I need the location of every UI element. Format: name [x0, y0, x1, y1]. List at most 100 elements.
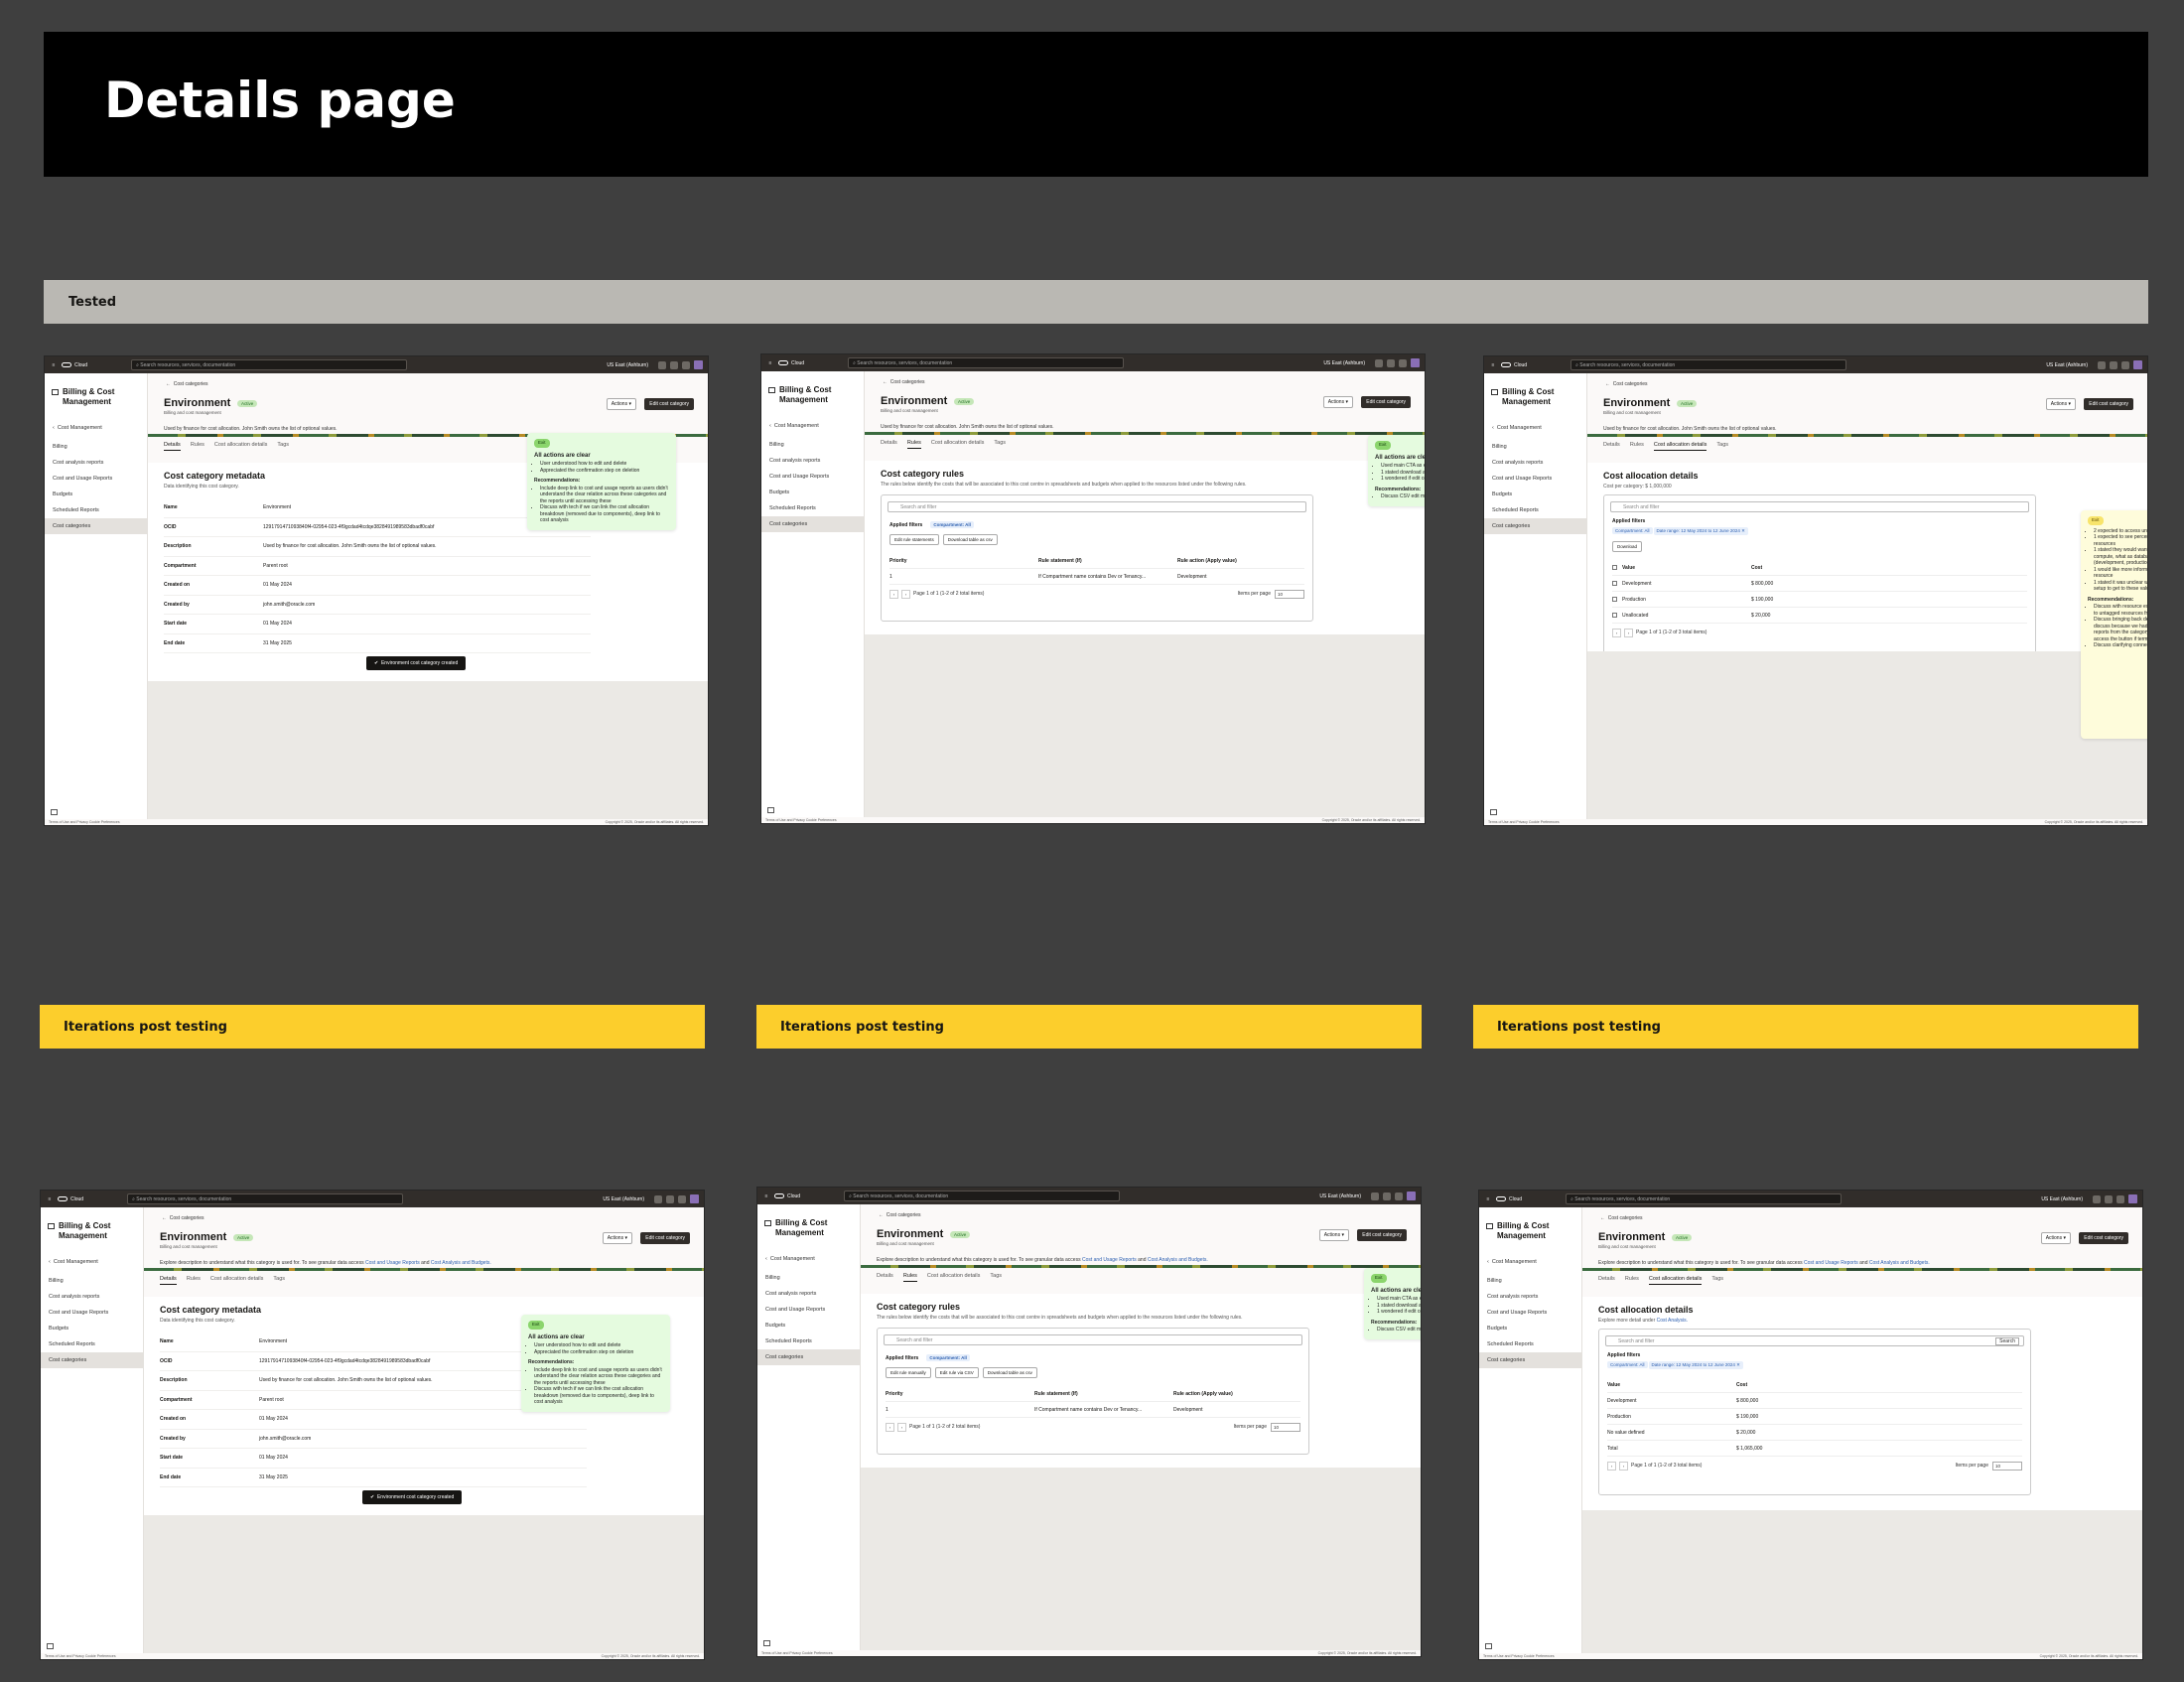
tab-details[interactable]: Details	[1598, 1276, 1615, 1285]
table-row[interactable]: 1 If Compartment name contains Dev or Ten…	[889, 569, 1304, 585]
sidebar-item[interactable]: Cost and Usage Reports	[45, 471, 147, 487]
edit-cost-category-button[interactable]: Edit cost category	[644, 398, 694, 410]
filter-chip[interactable]: Compartment: All	[930, 521, 974, 528]
allocation-search-input[interactable]: Search and filter	[1610, 501, 2029, 512]
bell-icon[interactable]	[1383, 1191, 1391, 1200]
cost-analysis-link[interactable]: Cost Analysis.	[1657, 1318, 1688, 1324]
rules-search-input[interactable]: Search and filter	[884, 1334, 1302, 1345]
footer-links[interactable]: Terms of Use and Privacy Cookie Preferen…	[765, 818, 837, 822]
help-icon[interactable]	[2121, 360, 2129, 369]
help-icon[interactable]	[1399, 358, 1407, 367]
sidebar-item[interactable]: Billing	[761, 437, 864, 453]
filter-chip[interactable]: Date range: 12 May 2024 to 12 June 2024 …	[1648, 1361, 1743, 1369]
sidebar-item[interactable]: Cost analysis reports	[41, 1289, 143, 1305]
next-page-icon[interactable]: ›	[901, 589, 910, 599]
filter-chip[interactable]: Date range: 12 May 2024 to 12 June 2024 …	[1653, 527, 1748, 535]
bell-icon[interactable]	[670, 360, 678, 369]
bell-icon[interactable]	[2105, 1194, 2113, 1203]
prev-page-icon[interactable]: ‹	[1612, 628, 1621, 637]
menu-icon[interactable]: ≡	[46, 1196, 54, 1202]
sidebar-item[interactable]: Budgets	[45, 487, 147, 502]
sidebar-back-link[interactable]: ‹ Cost Management	[769, 423, 864, 429]
avatar[interactable]	[1411, 358, 1420, 367]
row-checkbox[interactable]	[1612, 613, 1617, 618]
sidebar-item[interactable]: Billing	[45, 439, 147, 455]
avatar[interactable]	[2128, 1194, 2137, 1203]
tab-allocation[interactable]: Cost allocation details	[1653, 442, 1707, 451]
tab-rules[interactable]: Rules	[191, 442, 205, 451]
avatar[interactable]	[1407, 1191, 1416, 1200]
sidebar-item[interactable]: Cost and Usage Reports	[1484, 471, 1586, 487]
sidebar-item[interactable]: Cost and Usage Reports	[1479, 1305, 1581, 1321]
sidebar-item[interactable]: Budgets	[761, 485, 864, 500]
rule-action-button[interactable]: Download table as csv	[942, 534, 998, 545]
cloud-shell-icon[interactable]	[654, 1194, 662, 1203]
menu-icon[interactable]: ≡	[1484, 1196, 1492, 1202]
sidebar-item[interactable]: Cost categories	[1479, 1352, 1581, 1368]
sidebar-item[interactable]: Budgets	[1484, 487, 1586, 502]
sidebar-item[interactable]: Cost categories	[45, 518, 147, 534]
cost-usage-link[interactable]: Cost and Usage Reports	[1082, 1257, 1137, 1263]
rules-search-input[interactable]: Search and filter	[887, 501, 1306, 512]
help-icon[interactable]	[2116, 1194, 2124, 1203]
row-checkbox[interactable]	[1612, 581, 1617, 586]
sidebar-item[interactable]: Billing	[757, 1270, 860, 1286]
region-selector[interactable]: US East (Ashburn)	[1319, 1193, 1361, 1199]
search-button[interactable]: Search	[1995, 1336, 2019, 1345]
filter-chip[interactable]: Compartment: All	[926, 1354, 970, 1361]
tab-tags[interactable]: Tags	[994, 440, 1006, 449]
cost-analysis-link[interactable]: Cost Analysis and Budgets.	[431, 1260, 491, 1266]
tab-tags[interactable]: Tags	[1711, 1276, 1723, 1285]
prev-page-icon[interactable]: ‹	[1607, 1461, 1616, 1471]
help-icon[interactable]	[682, 360, 690, 369]
sidebar-item[interactable]: Billing	[1479, 1273, 1581, 1289]
tab-allocation[interactable]: Cost allocation details	[210, 1276, 264, 1285]
tab-rules[interactable]: Rules	[906, 440, 921, 449]
sidebar-item[interactable]: Cost and Usage Reports	[757, 1302, 860, 1318]
select-all-checkbox[interactable]	[1612, 565, 1617, 570]
help-icon[interactable]	[1395, 1191, 1403, 1200]
help-icon[interactable]	[678, 1194, 686, 1203]
sidebar-item[interactable]: Scheduled Reports	[41, 1336, 143, 1352]
tab-tags[interactable]: Tags	[990, 1273, 1002, 1282]
avatar[interactable]	[694, 360, 703, 369]
cloud-shell-icon[interactable]	[2093, 1194, 2101, 1203]
table-row[interactable]: Unallocated $ 20,000	[1612, 608, 2027, 624]
sidebar-item[interactable]: Billing	[41, 1273, 143, 1289]
tab-allocation[interactable]: Cost allocation details	[931, 440, 985, 449]
footer-links[interactable]: Terms of Use and Privacy Cookie Preferen…	[761, 1651, 833, 1655]
tab-allocation[interactable]: Cost allocation details	[1648, 1276, 1703, 1285]
sidebar-back-link[interactable]: ‹ Cost Management	[765, 1256, 860, 1262]
collapse-icon[interactable]	[51, 809, 58, 815]
breadcrumb[interactable]: ← Cost categories	[1600, 1215, 1643, 1221]
tab-rules[interactable]: Rules	[1625, 1276, 1639, 1285]
sidebar-item[interactable]: Cost analysis reports	[1484, 455, 1586, 471]
region-selector[interactable]: US East (Ashburn)	[2041, 1196, 2083, 1202]
cost-analysis-link[interactable]: Cost Analysis and Budgets.	[1869, 1260, 1930, 1266]
collapse-icon[interactable]	[763, 1640, 770, 1646]
tab-details[interactable]: Details	[1603, 442, 1620, 451]
tab-tags[interactable]: Tags	[1716, 442, 1728, 451]
table-row[interactable]: Development $ 800,000	[1612, 576, 2027, 592]
tab-details[interactable]: Details	[160, 1276, 177, 1285]
cloud-shell-icon[interactable]	[1371, 1191, 1379, 1200]
rule-action-button[interactable]: Edit rule statements	[889, 534, 939, 545]
global-search-input[interactable]: ⌕ Search resources, services, documentat…	[127, 1193, 404, 1204]
actions-button[interactable]: Actions ▾	[1318, 1229, 1349, 1241]
cost-usage-link[interactable]: Cost and Usage Reports	[1804, 1260, 1858, 1266]
edit-cost-category-button[interactable]: Edit cost category	[2084, 398, 2133, 410]
prev-page-icon[interactable]: ‹	[886, 1422, 894, 1432]
footer-links[interactable]: Terms of Use and Privacy Cookie Preferen…	[1488, 820, 1560, 824]
cloud-shell-icon[interactable]	[658, 360, 666, 369]
menu-icon[interactable]: ≡	[50, 362, 58, 368]
download-button[interactable]: Download	[1612, 541, 1643, 552]
sidebar-item[interactable]: Scheduled Reports	[757, 1333, 860, 1349]
avatar[interactable]	[690, 1194, 699, 1203]
row-checkbox[interactable]	[1612, 597, 1617, 602]
breadcrumb[interactable]: ← Cost categories	[1605, 381, 1648, 387]
bell-icon[interactable]	[666, 1194, 674, 1203]
ipp-select[interactable]: 10	[1275, 589, 1304, 599]
rule-action-button[interactable]: Download table as csv	[982, 1367, 1037, 1378]
bell-icon[interactable]	[2110, 360, 2117, 369]
global-search-input[interactable]: ⌕ Search resources, services, documentat…	[848, 357, 1125, 368]
